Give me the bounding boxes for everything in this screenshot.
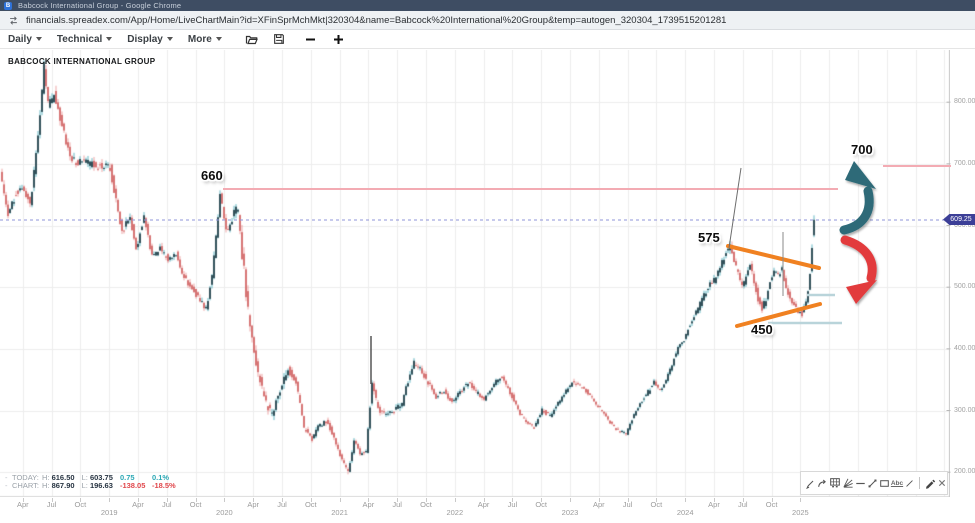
price-annotation-660[interactable]: 660 — [201, 168, 223, 183]
pointer-pen-icon[interactable] — [805, 476, 816, 490]
price-annotation-700[interactable]: 700 — [851, 142, 873, 157]
x-axis-label: Apr — [700, 500, 728, 509]
x-axis-label: Apr — [470, 500, 498, 509]
y-axis-label: 400.00 — [954, 345, 975, 352]
x-axis-label: Jul — [268, 500, 296, 509]
chart-stats-row: -CHART:H: 867.90L: 196.63-138.05-18.5% — [5, 481, 180, 490]
x-axis-label: Oct — [182, 500, 210, 509]
x-axis-label: Oct — [297, 500, 325, 509]
x-axis-tick — [109, 498, 110, 502]
x-axis-label: 2022 — [441, 508, 469, 517]
x-axis-label: Oct — [412, 500, 440, 509]
pattern-grid-icon[interactable] — [829, 476, 841, 490]
toolbar-divider — [919, 477, 920, 489]
x-axis-label: Jul — [498, 500, 526, 509]
legend-marker: - — [5, 481, 12, 490]
x-axis-label: Apr — [585, 500, 613, 509]
fan-lines-icon[interactable] — [842, 476, 854, 490]
chart-high: 867.90 — [52, 481, 82, 490]
x-axis-label: Jul — [383, 500, 411, 509]
chart-change: -138.05 — [120, 481, 152, 490]
open-chart-icon[interactable] — [245, 33, 258, 46]
chevron-down-icon — [36, 37, 42, 41]
x-axis-tick — [800, 498, 801, 502]
close-icon[interactable] — [937, 476, 947, 490]
text-abc-icon[interactable]: Abc — [891, 476, 903, 490]
x-axis-label: Oct — [66, 500, 94, 509]
price-annotation-575[interactable]: 575 — [698, 230, 720, 245]
y-axis-label: 500.00 — [954, 283, 975, 290]
curved-arrow-icon[interactable] — [817, 476, 828, 490]
menu-technical[interactable]: Technical — [57, 34, 112, 45]
edit-pencil-icon[interactable] — [924, 476, 936, 490]
menu-more[interactable]: More — [188, 34, 222, 45]
save-chart-icon[interactable] — [273, 33, 285, 45]
chart-change-pct: -18.5% — [152, 481, 180, 490]
price-annotation-450[interactable]: 450 — [751, 322, 773, 337]
menu-display[interactable]: Display — [127, 34, 173, 45]
x-axis-label: Jul — [729, 500, 757, 509]
y-axis-label: 300.00 — [954, 407, 975, 414]
y-axis-label: 200.00 — [954, 468, 975, 475]
x-axis-tick — [455, 498, 456, 502]
drawing-toolbar: Abc — [800, 471, 948, 495]
chevron-down-icon — [167, 37, 173, 41]
x-axis-tick — [685, 498, 686, 502]
favicon: B — [4, 2, 12, 10]
x-axis-label: Apr — [124, 500, 152, 509]
diagonal-line-icon[interactable] — [904, 476, 915, 490]
x-axis-tick — [570, 498, 571, 502]
menu-daily[interactable]: Daily — [8, 34, 42, 45]
x-axis-label: 2019 — [95, 508, 123, 517]
x-axis-label: Oct — [642, 500, 670, 509]
candlestick-plot[interactable] — [0, 50, 950, 497]
url-bar[interactable]: financials.spreadex.com/App/Home/LiveCha… — [0, 11, 975, 30]
x-axis-label: 2025 — [786, 508, 814, 517]
browser-window: B Babcock International Group - Google C… — [0, 0, 975, 523]
zoom-in-icon[interactable] — [332, 33, 345, 46]
trend-line-icon[interactable] — [867, 476, 878, 490]
window-title: Babcock International Group - Google Chr… — [18, 1, 181, 10]
x-axis-tick — [224, 498, 225, 502]
y-axis-label: 700.00 — [954, 160, 975, 167]
x-axis-label: Apr — [239, 500, 267, 509]
chevron-down-icon — [216, 37, 222, 41]
y-axis-label: 800.00 — [954, 98, 975, 105]
x-axis-label: 2021 — [326, 508, 354, 517]
chart-title: BABCOCK INTERNATIONAL GROUP — [8, 57, 155, 66]
x-axis-label: 2023 — [556, 508, 584, 517]
titlebar: B Babcock International Group - Google C… — [0, 0, 975, 11]
x-axis-label: 2024 — [671, 508, 699, 517]
rectangle-icon[interactable] — [879, 476, 890, 490]
zoom-out-icon[interactable] — [304, 33, 317, 46]
url-text[interactable]: financials.spreadex.com/App/Home/LiveCha… — [26, 15, 726, 26]
horizontal-line-icon[interactable] — [855, 476, 866, 490]
x-axis-label: Apr — [354, 500, 382, 509]
chart-low: 196.63 — [90, 481, 120, 490]
chevron-down-icon — [106, 37, 112, 41]
x-axis-label: Oct — [758, 500, 786, 509]
x-axis-label: Jul — [38, 500, 66, 509]
x-axis-label: 2020 — [210, 508, 238, 517]
x-axis-label: Apr — [9, 500, 37, 509]
x-axis-label: Jul — [614, 500, 642, 509]
x-axis-label: Oct — [527, 500, 555, 509]
x-axis-label: Jul — [153, 500, 181, 509]
chart-menubar: Daily Technical Display More — [0, 30, 975, 49]
site-info-icon[interactable] — [8, 15, 19, 26]
x-axis-tick — [340, 498, 341, 502]
chart-area: BABCOCK INTERNATIONAL GROUP 609.25 -TODA… — [0, 49, 975, 523]
last-price-badge: 609.25 — [943, 214, 975, 225]
